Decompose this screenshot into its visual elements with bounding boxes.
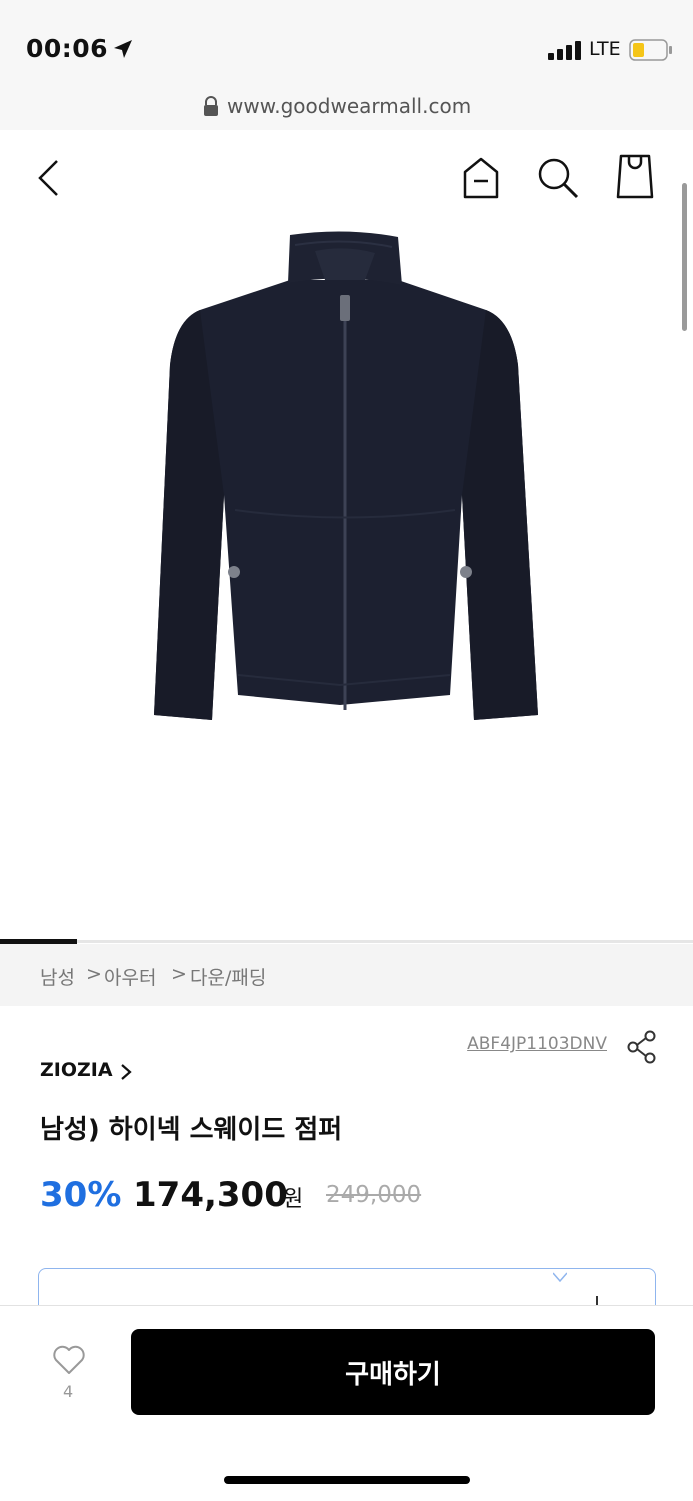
network-label: LTE [589, 38, 621, 60]
page-scrollbar[interactable] [682, 183, 687, 331]
product-image[interactable] [140, 225, 552, 730]
breadcrumb-item-men[interactable]: 남성 [40, 963, 75, 990]
carousel-track [0, 940, 693, 943]
chevron-right-icon[interactable] [120, 1063, 132, 1085]
battery-low-icon [629, 39, 673, 65]
status-time: 00:06 [26, 34, 109, 63]
option-notch [552, 1267, 568, 1286]
like-count: 4 [63, 1382, 74, 1401]
product-code[interactable]: ABF4JP1103DNV [467, 1034, 607, 1054]
location-arrow-icon [112, 38, 134, 64]
signal-bars-icon [548, 40, 582, 64]
home-indicator [224, 1476, 470, 1484]
breadcrumb-separator: > [171, 963, 187, 985]
home-icon[interactable] [462, 156, 500, 204]
top-nav [0, 130, 693, 225]
breadcrumb: 남성 > 아우터 > 다운/패딩 [0, 944, 693, 1006]
share-icon[interactable] [627, 1030, 657, 1068]
search-icon[interactable] [536, 156, 580, 204]
chevron-left-icon[interactable] [35, 158, 61, 202]
breadcrumb-item-down-padding[interactable]: 다운/패딩 [190, 963, 266, 990]
discount-rate: 30% [40, 1175, 122, 1215]
browser-url[interactable]: www.goodwearmall.com [227, 94, 471, 118]
buy-button[interactable]: 구매하기 [131, 1329, 655, 1415]
currency-label: 원 [283, 1187, 304, 1212]
brand-link[interactable]: ZIOZIA [40, 1059, 113, 1081]
lock-icon [203, 95, 219, 121]
breadcrumb-item-outer[interactable]: 아우터 [104, 963, 156, 990]
heart-icon[interactable] [52, 1345, 86, 1379]
product-title: 남성) 하이넥 스웨이드 점퍼 [40, 1115, 343, 1145]
sale-price: 174,300 [133, 1175, 288, 1215]
shopping-bag-icon[interactable] [615, 152, 655, 204]
breadcrumb-separator: > [86, 963, 102, 985]
original-price: 249,000 [326, 1182, 422, 1208]
